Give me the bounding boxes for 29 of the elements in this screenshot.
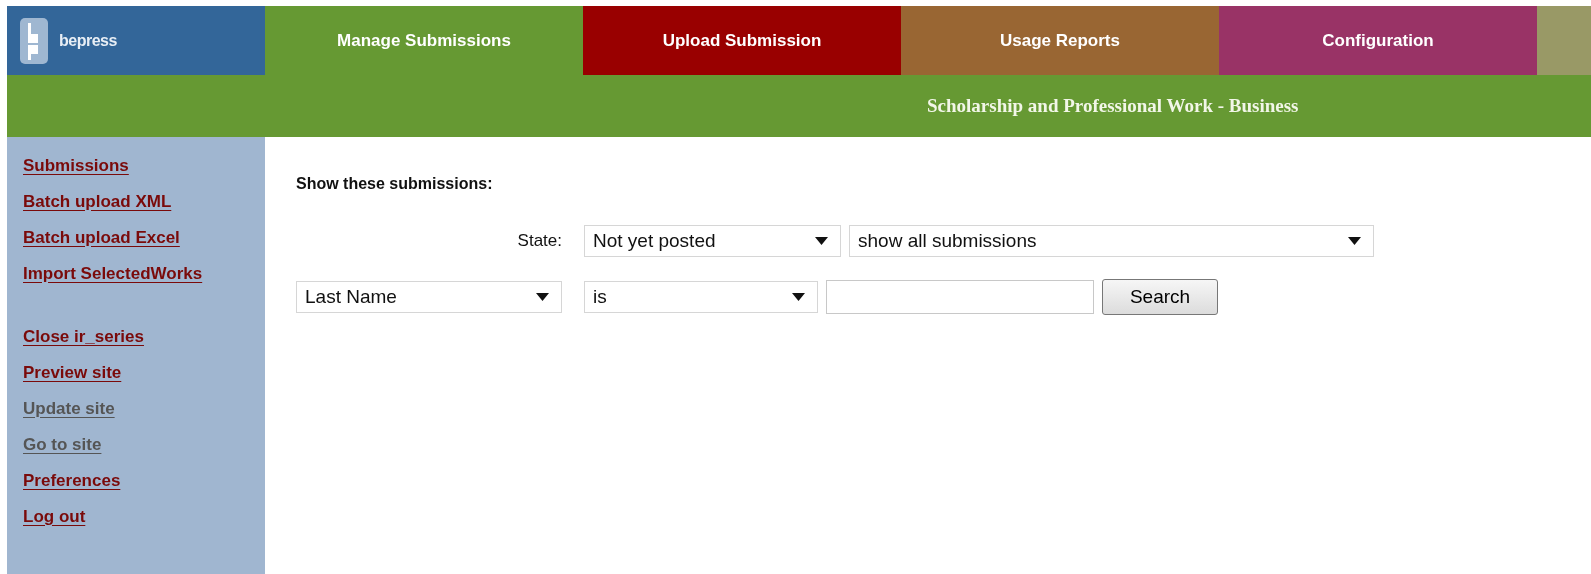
dropdown[interactable]: Last Name xyxy=(296,281,562,313)
sidebar-link[interactable]: Batch upload XML xyxy=(23,189,172,214)
sidebar-link[interactable]: Preview site xyxy=(23,360,122,385)
search-button[interactable]: Search xyxy=(1102,279,1218,315)
dropdown[interactable]: show all submissions xyxy=(849,225,1374,257)
caret-icon xyxy=(1348,237,1361,245)
nav-tab[interactable]: Manage Submissions xyxy=(265,6,583,75)
logo-icon xyxy=(19,16,49,65)
sidebar-link[interactable]: Import SelectedWorks xyxy=(23,261,203,286)
sidebar-link[interactable]: Log out xyxy=(23,504,86,529)
sidebar-link[interactable]: Batch upload Excel xyxy=(23,225,180,250)
caret-icon xyxy=(815,237,828,245)
dropdown[interactable]: Not yet posted xyxy=(584,225,841,257)
section-heading: Show these submissions: xyxy=(296,175,494,193)
search-field[interactable] xyxy=(826,280,1094,314)
sidebar-link[interactable]: Close ir_series xyxy=(23,324,144,349)
nav-tab[interactable]: Upload Submission xyxy=(583,6,901,75)
logo-text: bepress xyxy=(59,31,117,50)
sidebar-link[interactable]: Submissions xyxy=(23,153,129,178)
nav-tab[interactable]: Configuration xyxy=(1219,6,1537,75)
banner-title: Scholarship and Professional Work - Business xyxy=(927,95,1299,117)
caret-icon xyxy=(792,293,805,301)
header-logo[interactable]: bepress xyxy=(7,6,265,75)
nav-tab[interactable]: Usage Reports xyxy=(901,6,1219,75)
caret-icon xyxy=(536,293,549,301)
sidebar-link[interactable]: Preferences xyxy=(23,468,121,493)
state-label: State: xyxy=(516,231,562,251)
header-filler xyxy=(1537,6,1591,75)
dropdown[interactable]: is xyxy=(584,281,818,313)
